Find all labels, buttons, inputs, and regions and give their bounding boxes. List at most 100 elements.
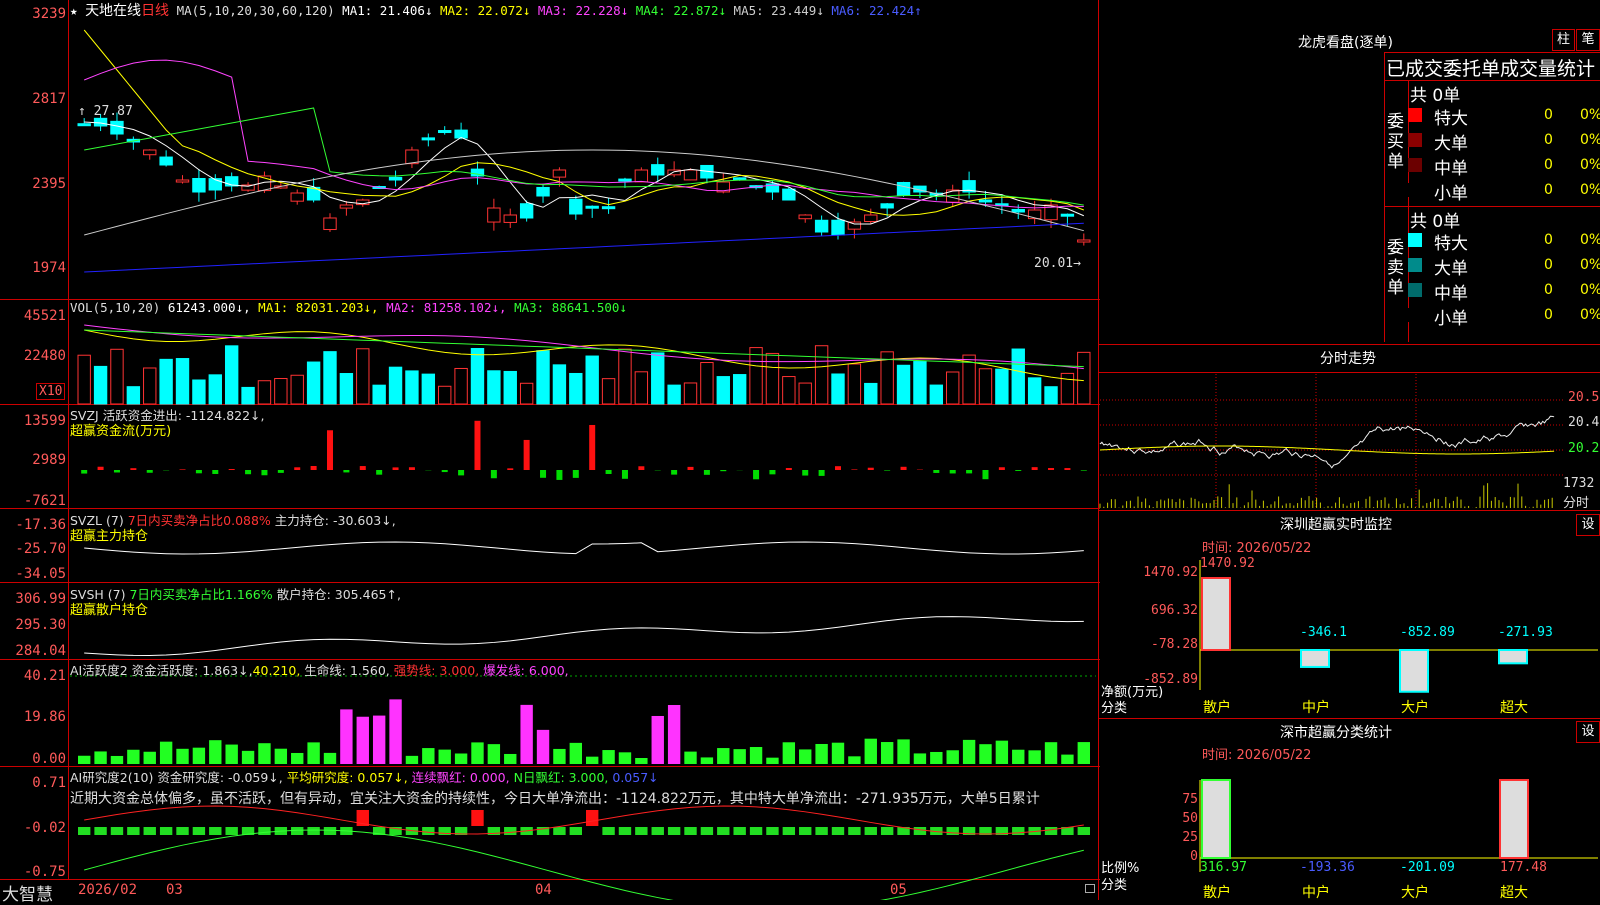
- stock-name[interactable]: 天地在线: [85, 3, 141, 19]
- sell-count: 0: [1544, 232, 1553, 248]
- candle: [144, 150, 156, 155]
- active-bar: [619, 752, 631, 764]
- lock-icon[interactable]: [1085, 884, 1095, 893]
- active-bar: [406, 756, 418, 764]
- volume-bar: [504, 371, 516, 404]
- active-bar: [947, 750, 959, 764]
- volume-bar: [1078, 352, 1090, 404]
- active-bar: [914, 753, 926, 764]
- buy-row: 特大00%: [1408, 104, 1600, 128]
- favorite-star-icon[interactable]: ★: [70, 3, 78, 18]
- flow-bar: [458, 470, 464, 475]
- ai-research-header: AI研究度2(10) 资金研究度: -0.059↓, 平均研究度: 0.057↓…: [70, 767, 659, 786]
- sz-monitor-category: 超大: [1500, 697, 1528, 717]
- active-bar: [1078, 742, 1090, 764]
- period-label[interactable]: 日线: [141, 3, 169, 19]
- active-bar: [1045, 742, 1057, 764]
- active-bar: [602, 750, 614, 764]
- volume-bar: [422, 374, 434, 404]
- sell-swatch: [1408, 258, 1422, 272]
- vol-value: 61243.000↓,: [168, 300, 251, 315]
- sell-pct: 0%: [1580, 307, 1600, 323]
- active-bar: [750, 747, 762, 764]
- active-bar: [1061, 755, 1073, 764]
- flow-bar: [819, 470, 825, 476]
- research-bar: [619, 827, 631, 835]
- flow-bar: [327, 430, 333, 470]
- flow-bar: [851, 469, 857, 470]
- candle: [848, 222, 860, 229]
- flow-bar: [1064, 468, 1070, 470]
- research-bar: [193, 827, 205, 835]
- buy-pct: 0%: [1580, 107, 1600, 123]
- tick-view-button[interactable]: 笔: [1576, 29, 1600, 51]
- active-bar: [881, 742, 893, 764]
- brand-label: 大智慧: [2, 880, 53, 905]
- active-bar: [127, 750, 139, 764]
- sz-monitor-ytick: -852.89: [1134, 672, 1198, 687]
- active-bar: [1012, 750, 1024, 764]
- flow-bar: [540, 470, 546, 478]
- svzl-ytick: -17.36: [4, 517, 66, 533]
- sz-monitor-ytick: 696.32: [1134, 603, 1198, 618]
- volume-bar: [176, 359, 188, 404]
- sell-row: 特大00%: [1408, 229, 1600, 253]
- volume-bar: [1012, 349, 1024, 404]
- ai-cont-red: 连续飘红: 0.000,: [412, 770, 510, 785]
- sz-monitor-time: 时间: 2026/05/22: [1202, 537, 1311, 556]
- svsh-holding: 散户持仓: 305.465↑,: [277, 587, 401, 602]
- volume-bar: [668, 385, 680, 404]
- volume-bar: [717, 377, 729, 404]
- flow-bar: [229, 469, 235, 470]
- svzj-ytick: 13599: [4, 413, 66, 429]
- sz-class-settings-button[interactable]: 设: [1576, 721, 1600, 743]
- volume-bar: [471, 348, 483, 404]
- research-bar: [717, 827, 729, 835]
- sz-class-title: 深市超赢分类统计: [1280, 722, 1392, 742]
- flow-bar: [442, 470, 448, 472]
- ma3-value: MA3: 22.228↓: [538, 3, 628, 18]
- low-price-label: 20.01→: [1034, 256, 1081, 271]
- ai-research-label: AI研究度2(10) 资金研究度: -0.059↓,: [70, 770, 283, 785]
- volume-bar: [488, 371, 500, 404]
- flow-bar: [393, 467, 399, 470]
- indicator-charts[interactable]: [0, 0, 1100, 900]
- volume-bar: [586, 356, 598, 404]
- monitor-border: [1099, 510, 1600, 511]
- vol-ma2: MA2: 81258.102↓,: [386, 300, 506, 315]
- active-bar: [537, 730, 549, 764]
- research-bar: [504, 827, 516, 835]
- candle: [406, 150, 418, 164]
- flow-bar: [835, 466, 841, 470]
- volume-bar: [291, 375, 303, 404]
- monitor-bar: [1202, 578, 1230, 650]
- sz-monitor-settings-button[interactable]: 设: [1576, 514, 1600, 536]
- active-bar: [684, 752, 696, 764]
- research-bar: [652, 827, 664, 835]
- volume-bar: [1045, 387, 1057, 404]
- sell-pct: 0%: [1580, 257, 1600, 273]
- svsh-ytick: 284.04: [4, 643, 66, 659]
- candle: [897, 182, 909, 195]
- high-price-label: ↑ 27.87: [78, 104, 133, 119]
- active-bar: [897, 739, 909, 764]
- bar-view-button[interactable]: 柱: [1552, 29, 1575, 51]
- research-bar: [701, 827, 713, 835]
- volume-bar: [619, 349, 631, 404]
- active-bar: [291, 753, 303, 764]
- active-bar: [783, 742, 795, 764]
- buy-name: 特大: [1434, 104, 1468, 129]
- sz-monitor-xlabel: 分类: [1101, 697, 1127, 716]
- research-bar: [570, 827, 582, 835]
- volume-bar: [766, 353, 778, 404]
- volume-bar: [242, 387, 254, 404]
- volume-bar: [406, 371, 418, 404]
- active-bar: [1028, 750, 1040, 764]
- candle: [193, 179, 205, 192]
- flow-bar: [868, 468, 874, 470]
- class-border: [1099, 718, 1600, 719]
- sz-monitor-ytick: -78.28: [1134, 637, 1198, 652]
- research-bar: [914, 827, 926, 835]
- candle: [291, 193, 303, 201]
- kline-ytick: 2395: [4, 176, 66, 192]
